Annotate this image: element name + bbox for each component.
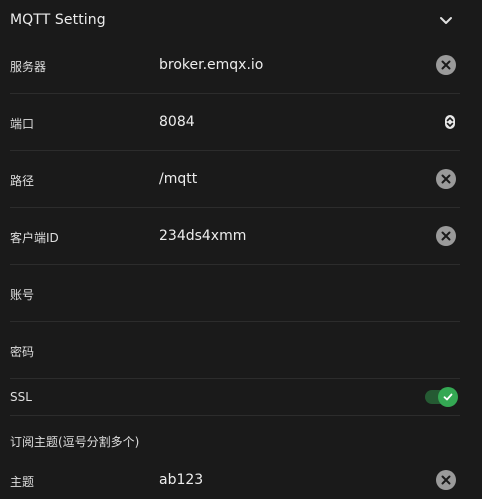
client-id-label: 客户端ID (10, 231, 59, 245)
clear-path-icon[interactable] (436, 169, 456, 189)
ssl-toggle[interactable] (425, 387, 459, 407)
password-row: 密码 (0, 322, 482, 379)
client-id-input[interactable]: 234ds4xmm (159, 228, 246, 244)
clear-topic-icon[interactable] (436, 470, 456, 490)
subscribe-topics-label: 订阅主题(逗号分割多个) (10, 435, 140, 449)
port-stepper-icon[interactable] (444, 114, 456, 130)
ssl-row: SSL (0, 379, 482, 416)
path-label: 路径 (10, 174, 35, 188)
check-icon (443, 393, 453, 401)
server-label: 服务器 (10, 60, 47, 74)
server-row: 服务器 broker.emqx.io (0, 42, 482, 94)
password-input[interactable] (159, 342, 419, 360)
account-label: 账号 (10, 288, 35, 302)
clear-server-icon[interactable] (436, 55, 456, 75)
clear-client-id-icon[interactable] (436, 226, 456, 246)
client-id-row: 客户端ID 234ds4xmm (0, 208, 482, 265)
path-row: 路径 /mqtt (0, 151, 482, 208)
server-input[interactable]: broker.emqx.io (159, 57, 263, 73)
account-input[interactable] (159, 285, 419, 303)
topic-label: 主题 (10, 475, 35, 489)
ssl-label: SSL (10, 390, 32, 404)
port-row: 端口 8084 (0, 94, 482, 151)
topic-row: 主题 ab123 (0, 458, 482, 499)
password-label: 密码 (10, 345, 35, 359)
port-label: 端口 (10, 117, 35, 131)
section-title: MQTT Setting (10, 12, 106, 28)
port-input[interactable]: 8084 (159, 114, 195, 130)
account-row: 账号 (0, 265, 482, 322)
toggle-knob (438, 387, 458, 407)
path-input[interactable]: /mqtt (159, 171, 197, 187)
mqtt-setting-header[interactable]: MQTT Setting (0, 0, 482, 42)
topic-input[interactable]: ab123 (159, 472, 203, 488)
chevron-down-icon[interactable] (438, 14, 454, 28)
subscribe-topics-section: 订阅主题(逗号分割多个) (0, 416, 482, 458)
